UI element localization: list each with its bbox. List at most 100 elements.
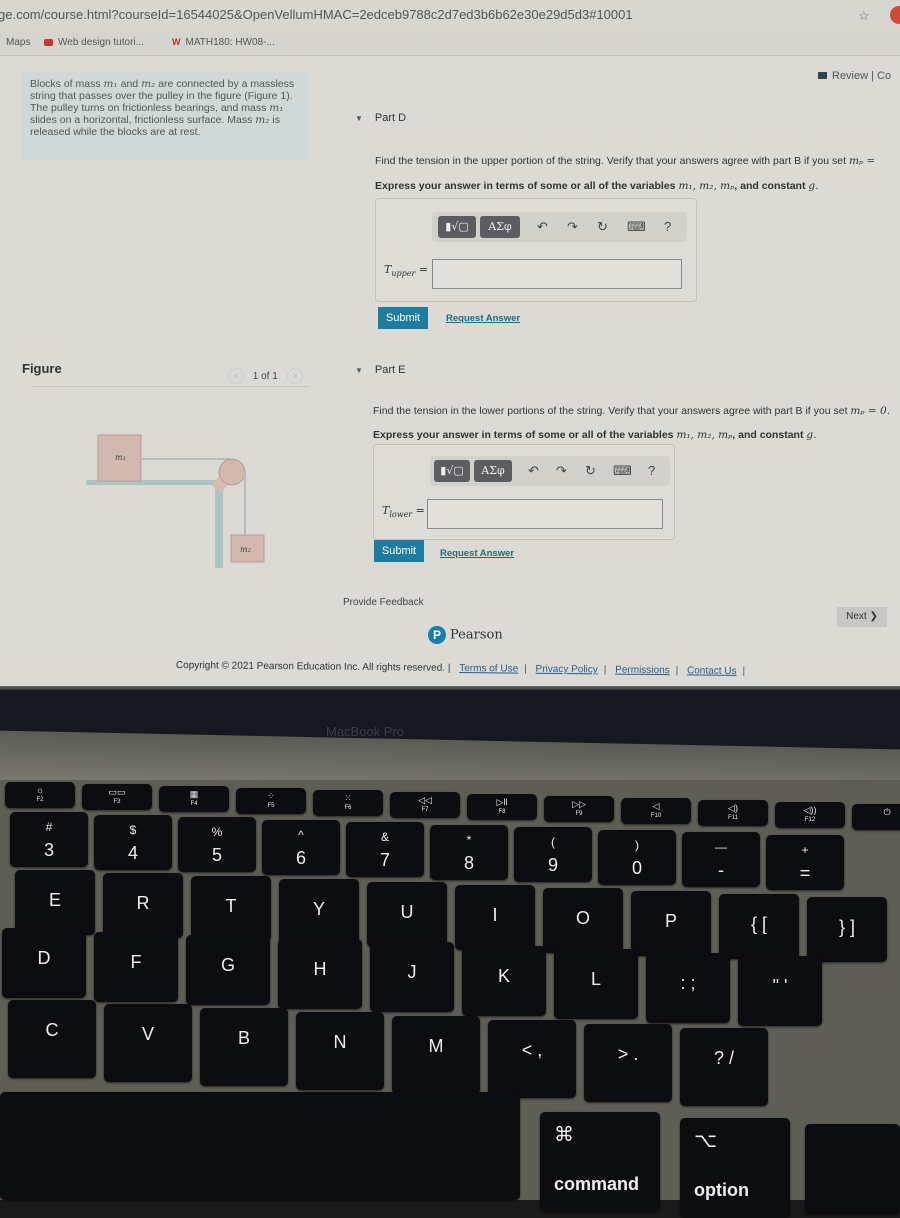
key-Y[interactable]: Y [279, 879, 359, 944]
key-E[interactable]: E [15, 870, 95, 935]
bookmark-math180[interactable]: W MATH180: HW08-... [172, 37, 275, 48]
terms-of-use-link[interactable]: Terms of Use [459, 663, 518, 675]
help-icon[interactable]: ? [648, 463, 655, 478]
permissions-link[interactable]: Permissions [615, 665, 670, 677]
key-0[interactable]: ) 0 [598, 829, 676, 885]
part-d-request-answer-link[interactable]: Request Answer [446, 313, 520, 324]
bookmark-maps[interactable]: Maps [6, 37, 30, 48]
key-T[interactable]: T [191, 876, 271, 941]
next-button[interactable]: Next ❯ [837, 607, 887, 627]
url-text[interactable]: ge.com/course.html?courseId=16544025&Ope… [0, 7, 633, 22]
option-key[interactable]: ⌥ option [680, 1118, 790, 1218]
part-d-answer-label: Tupper = [384, 263, 429, 279]
greek-symbols-button[interactable]: ΑΣφ [474, 460, 512, 482]
spacebar[interactable] [0, 1092, 520, 1200]
key-4[interactable]: $4 [94, 814, 172, 870]
help-icon[interactable]: ? [664, 219, 671, 234]
function-key-f10[interactable]: ◁ F10 [621, 798, 691, 824]
key-H[interactable]: H [278, 938, 362, 1009]
figure-next-button[interactable]: > [286, 368, 303, 384]
key-5[interactable]: % 5 [178, 817, 256, 872]
function-key-f5[interactable]: ⁘ F5 [236, 788, 306, 814]
key-L[interactable]: L [554, 949, 638, 1019]
key-J[interactable]: J [370, 942, 454, 1012]
function-key-f11[interactable]: ◁) F11 [698, 800, 768, 826]
function-key-f3[interactable]: ▭▭ F3 [82, 784, 152, 810]
key-punct[interactable]: : ; [646, 952, 730, 1023]
browser-screen: ge.com/course.html?courseId=16544025&Ope… [0, 0, 900, 712]
undo-icon[interactable]: ↶ [537, 219, 548, 235]
redo-icon[interactable]: ↷ [556, 463, 567, 479]
table-side [215, 482, 223, 568]
part-d-answer-input[interactable] [432, 259, 682, 289]
key-punct[interactable]: < , [488, 1020, 576, 1098]
keyboard-icon[interactable]: ⌨ [627, 219, 646, 235]
function-key-f2[interactable]: ☼ F2 [5, 782, 75, 808]
contact-us-link[interactable]: Contact Us [687, 665, 737, 677]
key-8[interactable]: * 8 [430, 824, 508, 880]
part-e-request-answer-link[interactable]: Request Answer [440, 548, 514, 559]
undo-icon[interactable]: ↶ [528, 463, 539, 479]
key-R[interactable]: R [103, 873, 183, 938]
key-punct[interactable]: " ' [738, 956, 822, 1026]
key-punct[interactable]: > . [584, 1024, 672, 1102]
function-key-f4[interactable]: ▦ F4 [159, 786, 229, 812]
arrow-left-key[interactable] [805, 1124, 900, 1214]
m1-label: m₁ [115, 453, 126, 462]
pearson-logo: P Pearson [428, 626, 503, 644]
key-B[interactable]: B [200, 1008, 288, 1086]
part-e-submit-button[interactable]: Submit [374, 540, 424, 562]
address-bar[interactable]: ge.com/course.html?courseId=16544025&Ope… [0, 0, 900, 30]
key-=[interactable]: + = [766, 834, 844, 890]
key-9[interactable]: (9 [514, 827, 592, 882]
part-e-answer-input[interactable] [427, 499, 663, 529]
key-P[interactable]: P [631, 891, 711, 956]
key-bracket[interactable]: } ] [807, 897, 887, 962]
templates-button[interactable]: ▮√▢ [434, 460, 470, 482]
redo-icon[interactable]: ↷ [567, 219, 578, 235]
keyboard-icon[interactable]: ⌨ [613, 463, 632, 479]
key-bracket[interactable]: { [ [719, 894, 799, 959]
key-M[interactable]: M [392, 1016, 480, 1094]
key-O[interactable]: O [543, 888, 623, 953]
key-3[interactable]: #3 [10, 812, 88, 867]
key-U[interactable]: U [367, 882, 447, 947]
provide-feedback-link[interactable]: Provide Feedback [343, 597, 424, 608]
key-V[interactable]: V [104, 1004, 192, 1082]
profile-avatar[interactable] [890, 6, 900, 24]
function-key-f6[interactable]: ⁙ F6 [313, 790, 383, 816]
bookmark-star-icon[interactable]: ☆ [858, 8, 870, 24]
figure-page-count: 1 of 1 [252, 370, 278, 382]
part-d-header[interactable]: ▼ Part D [355, 112, 406, 124]
book-icon [818, 72, 827, 79]
part-e-header[interactable]: ▼ Part E [355, 364, 406, 376]
key-6[interactable]: ^ 6 [262, 819, 340, 875]
bookmarks-bar: Maps Web design tutori... W MATH180: HW08… [0, 30, 900, 56]
reset-icon[interactable]: ↻ [597, 219, 608, 235]
function-key-power[interactable]: ⏻ [852, 804, 900, 830]
function-key-f12[interactable]: ◁)) F12 [775, 802, 845, 828]
command-key[interactable]: ⌘ command [540, 1112, 660, 1212]
templates-button[interactable]: ▮√▢ [438, 216, 476, 238]
reset-icon[interactable]: ↻ [585, 463, 596, 479]
greek-symbols-button[interactable]: ΑΣφ [480, 216, 520, 238]
review-link[interactable]: Review | Co [818, 70, 891, 82]
bookmark-web-design[interactable]: Web design tutori... [44, 37, 144, 48]
function-key-f8[interactable]: ▷ll F8 [467, 794, 537, 820]
key-K[interactable]: K [462, 945, 546, 1016]
function-key-f9[interactable]: ▷▷ F9 [544, 796, 614, 822]
privacy-policy-link[interactable]: Privacy Policy [536, 664, 598, 676]
function-key-f7[interactable]: ◁◁ F7 [390, 792, 460, 818]
part-d-submit-button[interactable]: Submit [378, 307, 428, 329]
key-G[interactable]: G [186, 935, 270, 1005]
key-F[interactable]: F [94, 931, 178, 1002]
key-7[interactable]: & 7 [346, 822, 424, 877]
key-N[interactable]: N [296, 1012, 384, 1090]
key-C[interactable]: C [8, 1000, 96, 1078]
key-I[interactable]: I [455, 885, 535, 950]
key-punct[interactable]: ? / [680, 1028, 768, 1106]
key--[interactable]: — - [682, 832, 760, 887]
key-D[interactable]: D [2, 928, 86, 998]
part-d-question: Find the tension in the upper portion of… [375, 155, 876, 167]
figure-prev-button[interactable]: < [228, 368, 244, 384]
